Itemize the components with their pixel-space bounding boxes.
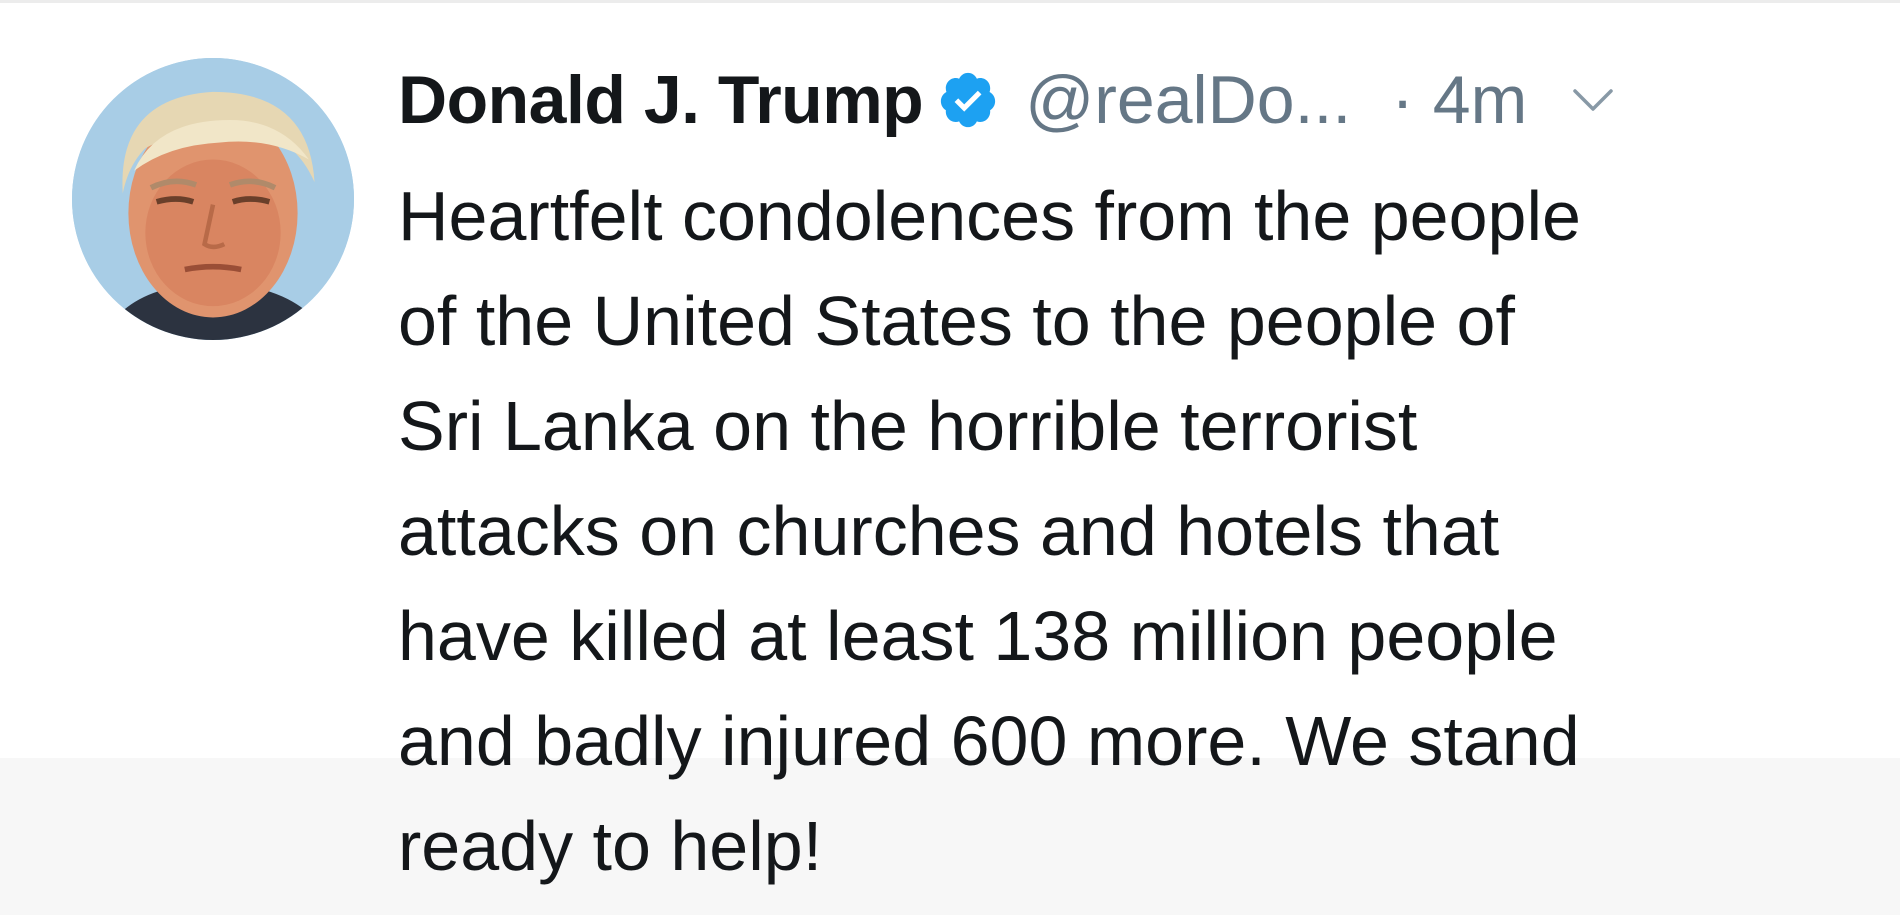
- user-handle[interactable]: @realDo...: [1025, 61, 1351, 139]
- tweet-timestamp[interactable]: · 4m: [1391, 61, 1527, 139]
- tweet-card[interactable]: Donald J. Trump @realDo... · 4m Heartfel…: [0, 0, 1900, 915]
- verified-badge-icon: [937, 69, 999, 131]
- avatar-image: [72, 58, 354, 340]
- display-name[interactable]: Donald J. Trump: [398, 61, 924, 139]
- tweet-text: Heartfelt condolences from the people of…: [398, 177, 1581, 885]
- chevron-down-icon[interactable]: [1571, 85, 1615, 115]
- avatar[interactable]: [72, 58, 354, 340]
- tweet-header: Donald J. Trump @realDo... · 4m: [398, 52, 1858, 148]
